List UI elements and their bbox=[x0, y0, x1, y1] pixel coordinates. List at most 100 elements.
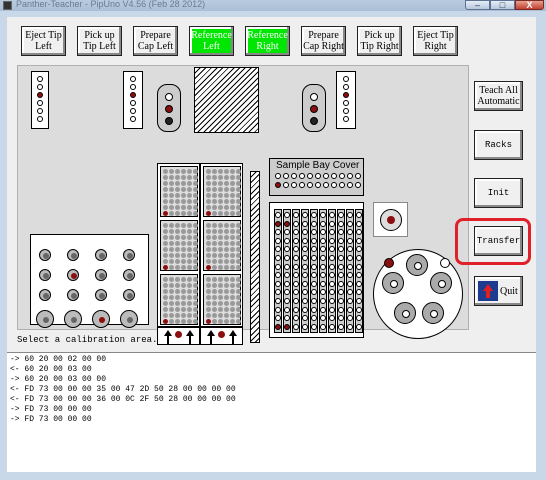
sample-well bbox=[275, 220, 281, 227]
plate-well bbox=[236, 289, 241, 294]
tube-center bbox=[127, 317, 133, 323]
sample-well bbox=[347, 237, 353, 244]
sample-well bbox=[284, 263, 290, 270]
sample-well bbox=[275, 323, 281, 330]
plate-well bbox=[163, 301, 168, 306]
plate-well bbox=[236, 229, 241, 234]
cover-hole bbox=[323, 173, 329, 179]
toolbar-button-0[interactable]: Eject Tip Left bbox=[21, 26, 66, 56]
sample-well bbox=[320, 229, 326, 236]
sample-well bbox=[320, 212, 326, 218]
racks-button[interactable]: Racks bbox=[474, 130, 523, 160]
maximize-button[interactable]: □ bbox=[490, 0, 515, 10]
plate-well bbox=[224, 229, 229, 234]
sample-well bbox=[347, 289, 353, 296]
plate-well bbox=[212, 259, 217, 264]
tube bbox=[64, 310, 82, 328]
sample-well bbox=[356, 212, 362, 218]
carousel-slot-center bbox=[430, 310, 438, 318]
sample-bay-rack[interactable] bbox=[269, 202, 364, 338]
plate-well bbox=[175, 289, 180, 294]
plate-column-right[interactable] bbox=[200, 163, 243, 327]
plate-well bbox=[163, 295, 168, 300]
plate-well bbox=[181, 259, 186, 264]
toolbar-button-1[interactable]: Pick up Tip Left bbox=[77, 26, 122, 56]
plate-well bbox=[212, 205, 217, 210]
plate-well bbox=[193, 223, 198, 228]
plate-well bbox=[187, 229, 192, 234]
log-line: -> FD 73 00 00 00 bbox=[10, 405, 92, 414]
tip-rack-left-1[interactable] bbox=[31, 71, 49, 129]
plate-well bbox=[236, 193, 241, 198]
plate-well bbox=[236, 247, 241, 252]
sample-well bbox=[338, 306, 344, 313]
sample-well bbox=[320, 315, 326, 322]
plate-well bbox=[181, 175, 186, 180]
minimize-button[interactable]: – bbox=[465, 0, 490, 10]
sample-well bbox=[284, 323, 290, 330]
plate-well bbox=[181, 253, 186, 258]
cover-hole bbox=[299, 182, 305, 188]
sample-well bbox=[293, 272, 299, 279]
plate-well bbox=[230, 319, 235, 324]
toolbar-button-2[interactable]: Prepare Cap Left bbox=[133, 26, 178, 56]
plate-well bbox=[230, 313, 235, 318]
sample-well bbox=[329, 315, 335, 322]
plate-well bbox=[224, 265, 229, 270]
sample-well bbox=[338, 246, 344, 253]
sample-well bbox=[329, 323, 335, 330]
plate-well bbox=[206, 181, 211, 186]
plate-well bbox=[187, 259, 192, 264]
close-button[interactable]: X bbox=[515, 0, 544, 10]
plate-well bbox=[169, 211, 174, 216]
plate-well bbox=[163, 169, 168, 174]
quit-button[interactable]: Quit bbox=[474, 276, 523, 306]
tube-center bbox=[99, 317, 105, 323]
plate-well bbox=[193, 277, 198, 282]
plate-well bbox=[218, 187, 223, 192]
sample-well bbox=[320, 220, 326, 227]
carousel-slot bbox=[406, 254, 428, 276]
toolbar-button-7[interactable]: Eject Tip Right bbox=[413, 26, 458, 56]
waste-area[interactable] bbox=[194, 67, 259, 133]
plate-well bbox=[169, 187, 174, 192]
tube-rack-left[interactable] bbox=[30, 234, 149, 328]
log-line: -> 60 20 00 03 00 00 bbox=[10, 375, 107, 384]
cap-holder-left[interactable] bbox=[157, 84, 181, 132]
plate-well bbox=[163, 205, 168, 210]
pipette-reference-target[interactable] bbox=[373, 202, 408, 237]
plate-well bbox=[230, 229, 235, 234]
tip-rack-right-1[interactable] bbox=[336, 71, 356, 129]
plate-well bbox=[206, 301, 211, 306]
plate-well bbox=[218, 211, 223, 216]
plate-well bbox=[236, 295, 241, 300]
toolbar-button-5[interactable]: Prepare Cap Right bbox=[301, 26, 346, 56]
sample-well bbox=[338, 315, 344, 322]
toolbar-button-4[interactable]: Reference Right bbox=[245, 26, 290, 56]
plate-well bbox=[193, 265, 198, 270]
well bbox=[130, 108, 136, 114]
tip-rack-left-2[interactable] bbox=[123, 71, 143, 129]
toolbar-button-6[interactable]: Pick up Tip Right bbox=[357, 26, 402, 56]
plate-well bbox=[181, 211, 186, 216]
cap-holder-right[interactable] bbox=[302, 84, 326, 132]
init-button[interactable]: Init bbox=[474, 178, 523, 208]
sample-well bbox=[338, 298, 344, 304]
sample-well bbox=[329, 298, 335, 304]
toolbar-button-3[interactable]: Reference Left bbox=[189, 26, 234, 56]
sample-bay-cover[interactable]: Sample Bay Cover bbox=[269, 158, 364, 196]
sample-well bbox=[320, 263, 326, 270]
plate-well bbox=[218, 253, 223, 258]
sample-well bbox=[293, 298, 299, 304]
plate-well bbox=[169, 193, 174, 198]
cover-hole bbox=[347, 182, 353, 188]
plate-well bbox=[187, 175, 192, 180]
sample-column bbox=[355, 209, 363, 333]
slider-rail[interactable] bbox=[250, 171, 260, 343]
plate-column-left[interactable] bbox=[157, 163, 200, 327]
tube-carousel[interactable] bbox=[373, 249, 463, 339]
plate-well bbox=[169, 181, 174, 186]
tube-center bbox=[99, 273, 105, 279]
plate-well bbox=[230, 199, 235, 204]
teach-all-automatic-button[interactable]: Teach All Automatic bbox=[474, 81, 523, 111]
